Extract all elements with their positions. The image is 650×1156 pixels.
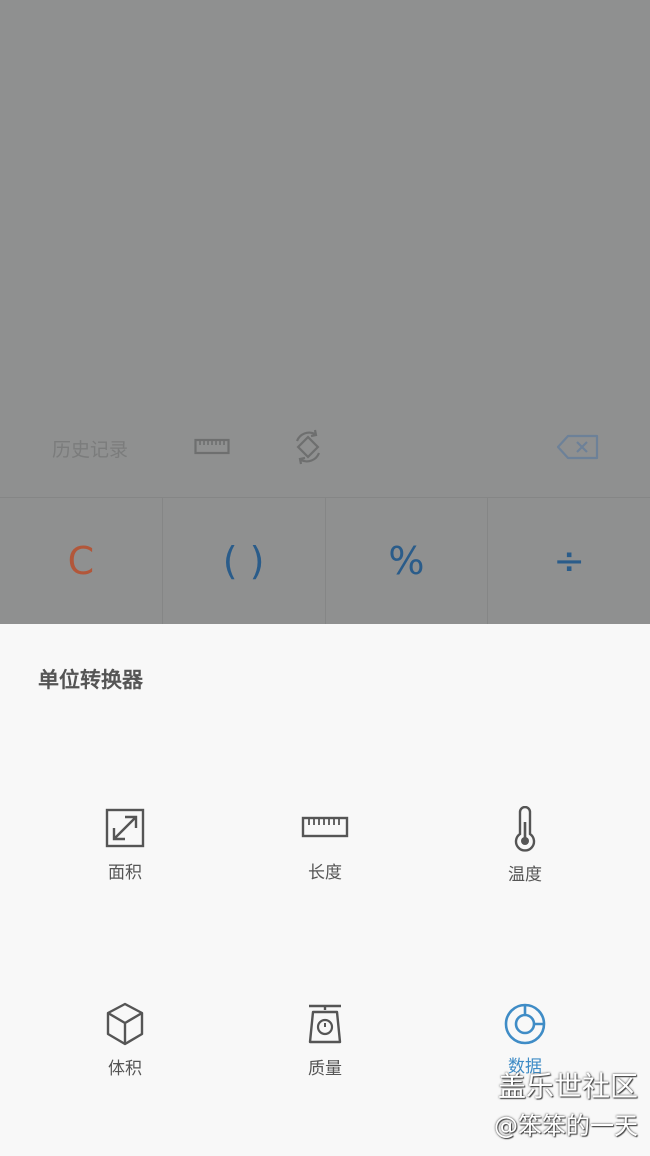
calculator-toolbar: 历史记录 bbox=[0, 415, 650, 498]
converter-label: 质量 bbox=[308, 1059, 342, 1079]
cube-icon bbox=[106, 1002, 144, 1046]
ruler-icon bbox=[301, 816, 349, 838]
watermark-line1: 盖乐世社区 bbox=[497, 1070, 638, 1103]
sheet-title: 单位转换器 bbox=[38, 668, 143, 692]
clear-key[interactable]: C bbox=[0, 498, 163, 624]
rotate-icon[interactable] bbox=[290, 429, 326, 469]
converter-volume[interactable]: 体积 bbox=[25, 1002, 225, 1079]
percent-key[interactable]: % bbox=[326, 498, 489, 624]
converter-area[interactable]: 面积 bbox=[25, 808, 225, 883]
parentheses-key[interactable]: ( ) bbox=[163, 498, 326, 624]
converter-label: 温度 bbox=[508, 865, 542, 885]
converter-label: 长度 bbox=[308, 863, 342, 883]
thermometer-icon bbox=[514, 806, 536, 852]
history-button[interactable]: 历史记录 bbox=[52, 435, 128, 462]
scale-icon bbox=[308, 1004, 342, 1044]
converter-label: 面积 bbox=[108, 863, 142, 883]
converter-mass[interactable]: 质量 bbox=[225, 1002, 425, 1079]
divide-key[interactable]: ÷ bbox=[488, 498, 650, 624]
data-icon bbox=[504, 1003, 546, 1045]
backspace-icon[interactable] bbox=[556, 434, 600, 464]
converter-label: 体积 bbox=[108, 1059, 142, 1079]
calculator-keypad-row: C ( ) % ÷ bbox=[0, 498, 650, 624]
converter-length[interactable]: 长度 bbox=[225, 814, 425, 883]
converter-temperature[interactable]: 温度 bbox=[425, 806, 625, 885]
ruler-icon[interactable] bbox=[194, 437, 230, 461]
watermark-line2: @笨笨的一天 bbox=[494, 1112, 638, 1140]
area-icon bbox=[105, 808, 145, 848]
